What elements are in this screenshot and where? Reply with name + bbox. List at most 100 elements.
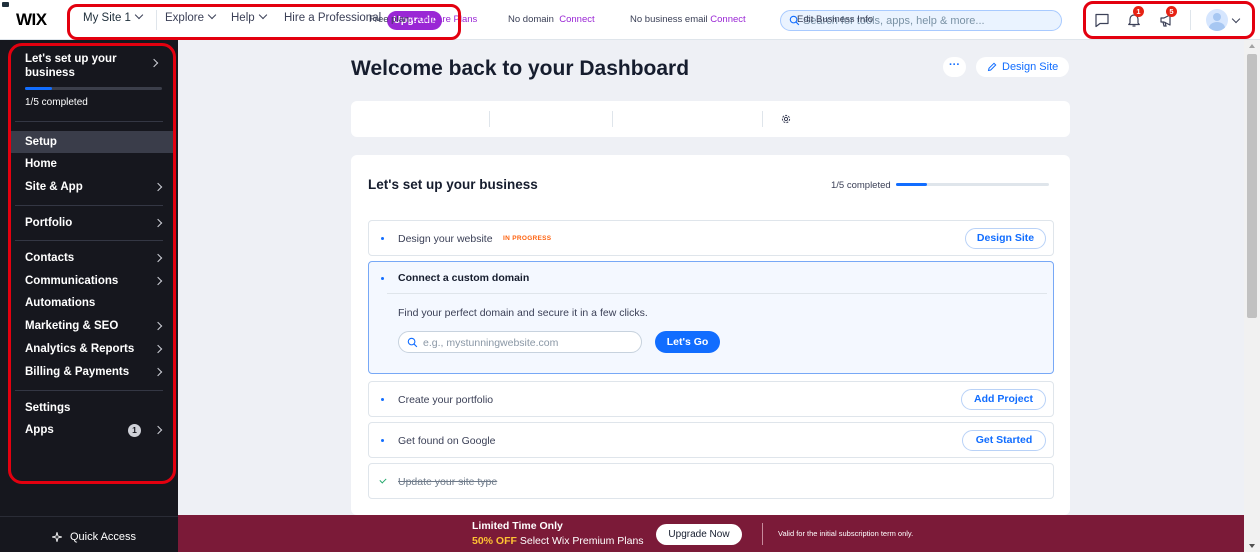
- divider: [387, 293, 1047, 294]
- avatar-head: [1213, 13, 1221, 21]
- quick-access-button[interactable]: Quick Access: [70, 531, 136, 543]
- connect-email-link[interactable]: Connect: [710, 14, 745, 25]
- divider: [15, 121, 163, 122]
- sidebar: Let's set up your business 1/5 completed…: [0, 40, 178, 552]
- sidebar-item-apps[interactable]: Apps 1: [10, 419, 173, 441]
- nav-explore[interactable]: Explore: [165, 10, 217, 24]
- progress-fill: [25, 87, 53, 90]
- sidebar-item-label: Analytics & Reports: [25, 343, 135, 355]
- task-label: Create your portfolio: [398, 394, 494, 406]
- chevron-right-icon: [153, 253, 163, 263]
- chat-icon[interactable]: [1093, 11, 1111, 29]
- sidebar-item-portfolio[interactable]: Portfolio: [10, 212, 173, 234]
- sidebar-item-analytics-reports[interactable]: Analytics & Reports: [10, 338, 173, 360]
- task-label: Get found on Google: [398, 435, 496, 447]
- divider: [1190, 10, 1191, 30]
- email-label: No business email: [630, 14, 708, 25]
- divider: [156, 10, 157, 30]
- avatar-body: [1209, 22, 1225, 31]
- divider: [762, 111, 763, 127]
- more-actions-button[interactable]: ···: [943, 57, 966, 77]
- nav-hire-professional[interactable]: Hire a Professional: [284, 12, 381, 24]
- chevron-down-icon[interactable]: [1231, 14, 1241, 24]
- promo-note: Valid for the initial subscription term …: [778, 529, 914, 538]
- sidebar-setup-title[interactable]: Let's set up your business: [25, 52, 135, 80]
- add-project-button[interactable]: Add Project: [961, 389, 1046, 410]
- setup-card-title: Let's set up your business: [368, 177, 538, 192]
- bullet: [381, 277, 384, 280]
- sidebar-item-setup[interactable]: Setup: [10, 131, 173, 153]
- bullet: [381, 398, 384, 401]
- sidebar-item-label: Billing & Payments: [25, 366, 130, 378]
- divider: [489, 111, 490, 127]
- chevron-right-icon: [153, 218, 163, 228]
- sidebar-item-home[interactable]: Home: [10, 153, 173, 175]
- chevron-down-icon: [207, 10, 217, 20]
- sidebar-item-settings[interactable]: Settings: [10, 397, 173, 419]
- task-design-website[interactable]: Design your website IN PROGRESS Design S…: [368, 220, 1054, 256]
- sidebar-item-automations[interactable]: Automations: [10, 292, 173, 314]
- scroll-up-arrow-icon[interactable]: [1249, 44, 1255, 48]
- sidebar-item-billing-payments[interactable]: Billing & Payments: [10, 361, 173, 383]
- sidebar-item-contacts[interactable]: Contacts: [10, 247, 173, 269]
- email-info: No business email Connect: [630, 14, 746, 25]
- notifications-badge: 1: [1133, 6, 1144, 17]
- in-progress-badge: IN PROGRESS: [503, 235, 552, 242]
- sidebar-item-site-app[interactable]: Site & App: [10, 176, 173, 198]
- sidebar-setup-progress: [25, 87, 162, 90]
- wix-logo[interactable]: WIX: [16, 10, 47, 30]
- site-selector[interactable]: My Site 1: [83, 10, 144, 24]
- corner-control[interactable]: [2, 2, 9, 7]
- promo-subtitle: 50% OFF Select Wix Premium Plans: [472, 535, 644, 547]
- sidebar-item-label: Settings: [25, 402, 71, 414]
- lets-go-button[interactable]: Let's Go: [655, 331, 720, 353]
- announcements-button[interactable]: 5: [1158, 6, 1177, 29]
- avatar[interactable]: [1206, 9, 1228, 31]
- upgrade-now-button[interactable]: Upgrade Now: [656, 524, 742, 545]
- progress-fill: [896, 183, 927, 186]
- setup-progress-bar: [896, 183, 1049, 186]
- domain-search-input[interactable]: [423, 335, 633, 350]
- design-site-button[interactable]: Design Site: [976, 57, 1069, 77]
- notifications-button[interactable]: 1: [1125, 6, 1144, 29]
- chevron-right-icon: [153, 344, 163, 354]
- promo-discount: 50% OFF: [472, 535, 517, 547]
- domain-search-field[interactable]: [398, 331, 642, 353]
- chevron-down-icon: [258, 10, 267, 20]
- sidebar-item-label: Setup: [25, 136, 57, 148]
- chevron-right-icon: [153, 321, 163, 331]
- edit-business-info-link[interactable]: Edit Business Info: [797, 14, 873, 25]
- get-started-button[interactable]: Get Started: [962, 430, 1046, 451]
- page-title: Welcome back to your Dashboard: [351, 57, 690, 80]
- divider: [762, 523, 763, 545]
- sidebar-item-communications[interactable]: Communications: [10, 270, 173, 292]
- sidebar-footer: Quick Access: [0, 516, 178, 552]
- promo-title: Limited Time Only: [472, 520, 563, 532]
- promo-banner: Limited Time Only 50% OFF Select Wix Pre…: [178, 515, 1244, 552]
- gear-icon: [781, 114, 791, 124]
- sidebar-item-label: Apps: [25, 424, 54, 436]
- plan-info: Free plan Compare Plans: [369, 14, 477, 25]
- task-label: Update your site type: [398, 476, 498, 488]
- task-create-portfolio[interactable]: Create your portfolio Add Project: [368, 381, 1054, 417]
- scroll-down-arrow-icon[interactable]: [1249, 544, 1255, 548]
- scrollbar[interactable]: [1244, 40, 1260, 552]
- nav-help-label: Help: [231, 12, 255, 24]
- plan-label: Free plan: [369, 14, 410, 25]
- connect-domain-link[interactable]: Connect: [559, 14, 594, 25]
- compare-plans-link[interactable]: Compare Plans: [412, 14, 477, 25]
- task-description: Find your perfect domain and secure it i…: [398, 307, 648, 319]
- bullet: [381, 237, 384, 240]
- chevron-right-icon[interactable]: [149, 58, 159, 68]
- design-site-task-button[interactable]: Design Site: [965, 228, 1046, 249]
- search-icon: [407, 337, 418, 348]
- sidebar-item-marketing-seo[interactable]: Marketing & SEO: [10, 315, 173, 337]
- task-label[interactable]: Connect a custom domain: [398, 272, 529, 284]
- scrollbar-thumb[interactable]: [1247, 54, 1257, 318]
- task-get-found-google[interactable]: Get found on Google Get Started: [368, 422, 1054, 458]
- announcements-badge: 5: [1166, 6, 1177, 17]
- nav-help[interactable]: Help: [231, 10, 267, 24]
- setup-completed-count: 1/5 completed: [831, 180, 891, 191]
- task-update-site-type[interactable]: Update your site type: [368, 463, 1054, 499]
- sidebar-item-label: Communications: [25, 275, 119, 287]
